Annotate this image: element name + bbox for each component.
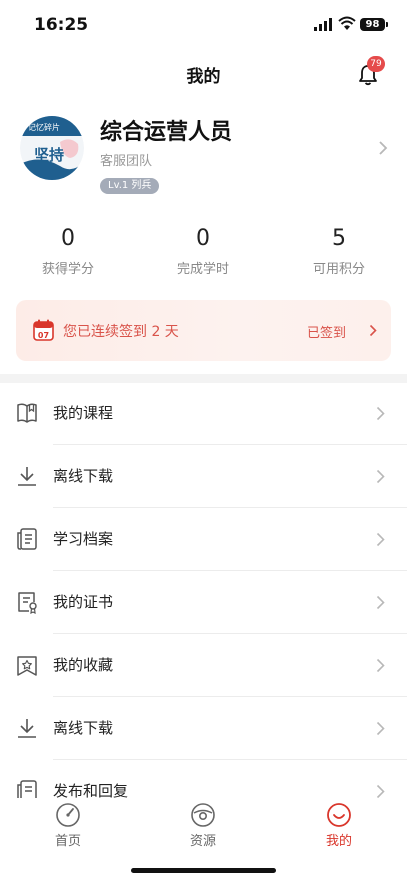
stat-value: 0: [61, 226, 75, 251]
stat-credits[interactable]: 0 获得学分: [0, 226, 136, 277]
status-time: 16:25: [34, 15, 89, 35]
menu-my-courses[interactable]: 我的课程: [0, 383, 407, 445]
chevron-right-icon: [376, 721, 385, 736]
stat-value: 5: [332, 226, 346, 251]
menu-my-favorites[interactable]: 我的收藏: [0, 635, 407, 697]
chevron-right-icon: [376, 784, 385, 799]
tab-label: 我的: [325, 834, 352, 849]
profile-name: 综合运营人员: [100, 120, 233, 145]
menu-study-archive[interactable]: 学习档案: [0, 509, 407, 571]
tab-label: 资源: [189, 834, 216, 849]
menu-separator: [53, 507, 407, 508]
menu-label: 离线下载: [53, 719, 114, 737]
book-icon: [17, 403, 37, 423]
battery-level: 98: [360, 18, 385, 31]
menu-separator: [53, 633, 407, 634]
menu-label: 我的证书: [53, 593, 114, 611]
signin-banner[interactable]: 07 您已连续签到 2 天 已签到: [16, 300, 391, 361]
stat-value: 0: [196, 226, 210, 251]
home-indicator: [131, 868, 276, 873]
home-icon: [56, 803, 80, 827]
menu-label: 我的课程: [53, 404, 114, 422]
stat-points[interactable]: 5 可用积分: [271, 226, 407, 277]
signin-status: 已签到: [307, 326, 347, 341]
avatar: 记忆碎片 坚持: [20, 116, 84, 180]
signin-streak-text: 您已连续签到 2 天: [63, 324, 179, 340]
wifi-icon: [338, 16, 356, 30]
menu-separator: [53, 570, 407, 571]
profile-icon: [327, 803, 351, 827]
menu-my-certificates[interactable]: 我的证书: [0, 572, 407, 634]
menu-separator: [53, 759, 407, 760]
avatar-caption: 记忆碎片: [28, 122, 60, 132]
profile-team: 客服团队: [100, 154, 153, 169]
section-divider: [0, 374, 407, 383]
archive-icon: [17, 528, 37, 550]
menu-label: 离线下载: [53, 467, 114, 485]
tab-home[interactable]: 首页: [0, 798, 136, 849]
menu-separator: [53, 696, 407, 697]
calendar-day: 07: [38, 331, 49, 340]
stat-label: 获得学分: [41, 262, 94, 277]
chevron-right-icon: [376, 469, 385, 484]
page-title: 我的: [186, 67, 221, 87]
chevron-right-icon: [376, 658, 385, 673]
stat-hours[interactable]: 0 完成学时: [135, 226, 271, 277]
menu-separator: [53, 444, 407, 445]
chevron-right-icon: [369, 324, 377, 337]
tab-profile[interactable]: 我的: [271, 798, 407, 849]
download-icon: [18, 467, 36, 486]
menu-offline-download[interactable]: 离线下载: [0, 446, 407, 508]
stat-label: 完成学时: [176, 262, 229, 277]
avatar-main-text: 坚持: [34, 146, 64, 164]
signal-icon: [314, 18, 332, 31]
calendar-icon: 07: [33, 319, 54, 341]
menu-label: 我的收藏: [53, 656, 114, 674]
chevron-right-icon: [376, 406, 385, 421]
tab-resources[interactable]: 资源: [135, 798, 271, 849]
stat-label: 可用积分: [312, 262, 365, 277]
battery-tip: [386, 22, 388, 27]
level-badge: Lv.1 列兵: [100, 178, 160, 194]
menu-offline-download-2[interactable]: 离线下载: [0, 698, 407, 760]
chevron-right-icon: [376, 595, 385, 610]
star-icon: [17, 656, 37, 676]
chevron-right-icon: [376, 532, 385, 547]
notification-badge: 79: [367, 56, 385, 72]
tab-label: 首页: [54, 834, 81, 849]
menu-label: 学习档案: [53, 530, 114, 548]
status-bar: 16:25 98: [0, 0, 407, 50]
download-icon: [18, 719, 36, 738]
resource-icon: [191, 803, 215, 827]
chevron-right-icon: [379, 141, 388, 155]
certificate-icon: [18, 592, 37, 614]
